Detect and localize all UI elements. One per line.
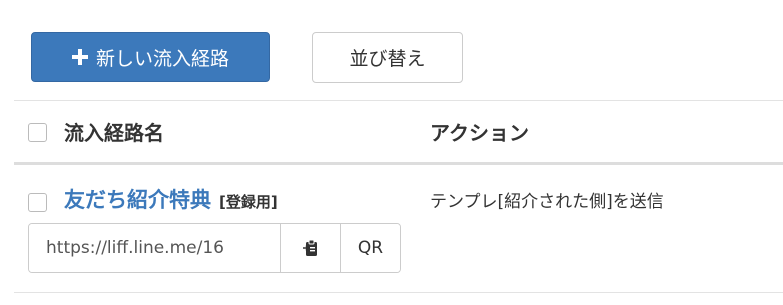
- route-name-link[interactable]: 友だち紹介特典: [64, 184, 211, 214]
- route-title: 友だち紹介特典 [登録用]: [64, 184, 278, 214]
- route-tag: [登録用]: [219, 193, 278, 211]
- action-text: テンプレ[紹介された側]を送信: [430, 192, 664, 212]
- table-header: 流入経路名 アクション: [14, 101, 783, 165]
- plus-icon: [71, 49, 88, 65]
- qr-button[interactable]: QR: [340, 224, 400, 272]
- row-checkbox[interactable]: [28, 193, 47, 212]
- new-route-label: 新しい流入経路: [95, 47, 229, 70]
- url-input-group: QR: [28, 223, 401, 273]
- route-table: 流入経路名 アクション 友だち紹介特典 [登録用] QR テンプレ[紹介された側…: [14, 100, 783, 305]
- sort-button[interactable]: 並び替え: [312, 32, 463, 83]
- table-row: 友だち紹介特典 [登録用] QR テンプレ[紹介された側]を送信: [14, 165, 783, 293]
- column-header-name: 流入経路名: [64, 121, 164, 145]
- clipboard-copy-icon: [302, 239, 317, 256]
- column-header-action: アクション: [430, 121, 529, 145]
- toolbar: 新しい流入経路 並び替え: [0, 0, 783, 100]
- new-route-button[interactable]: 新しい流入経路: [31, 32, 270, 82]
- select-all-checkbox[interactable]: [28, 123, 47, 142]
- route-url-field[interactable]: [29, 224, 280, 272]
- copy-url-button[interactable]: [280, 224, 340, 272]
- sort-label: 並び替え: [349, 48, 426, 70]
